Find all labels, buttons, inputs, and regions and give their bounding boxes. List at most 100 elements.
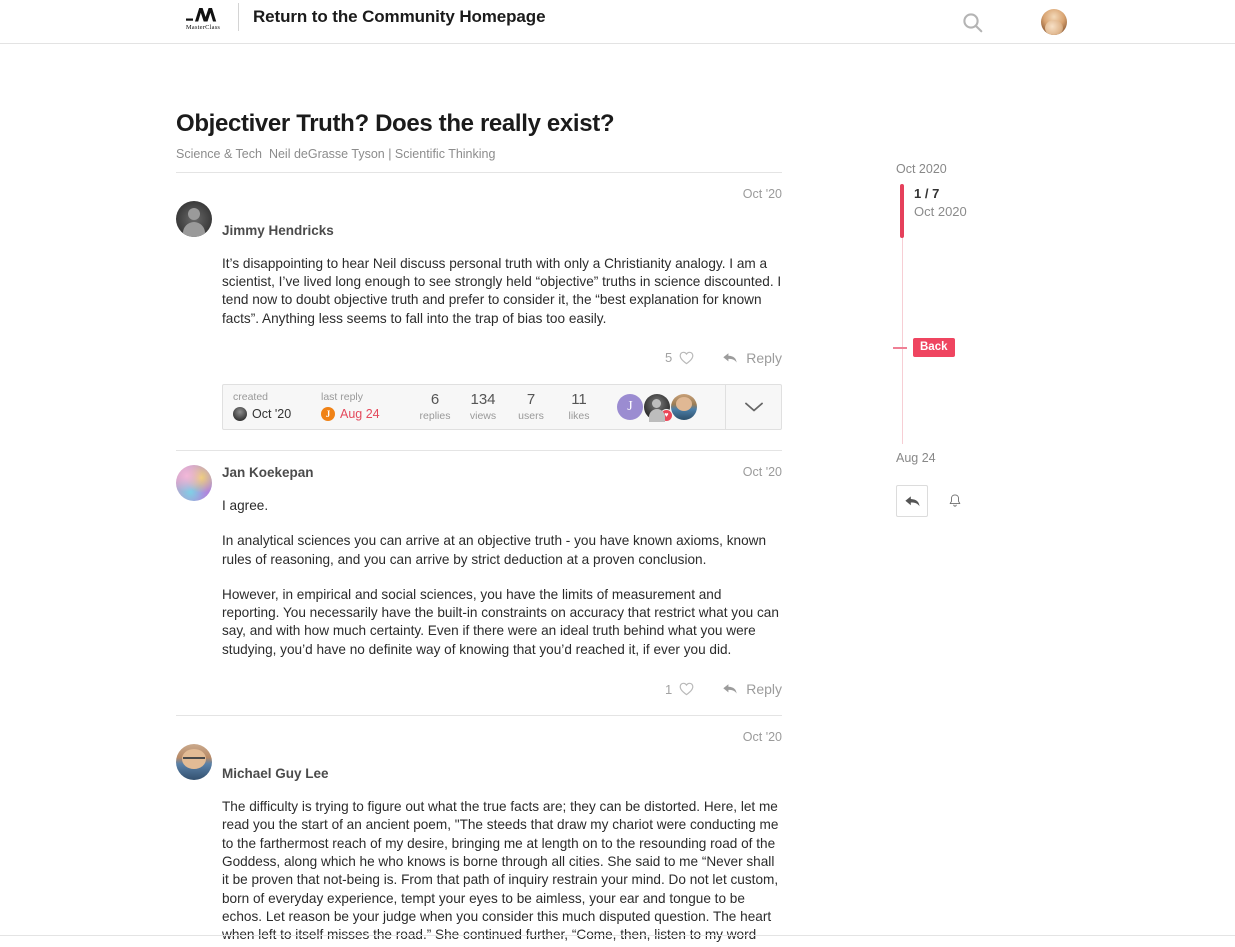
like-count: 1: [664, 681, 673, 697]
post-date[interactable]: Oct '20: [743, 465, 782, 479]
likes-label: likes: [568, 409, 590, 422]
header-divider: [238, 3, 239, 31]
users-label: users: [518, 409, 544, 422]
post-author-name[interactable]: Jan Koekepan: [222, 465, 314, 480]
timeline-actions: [896, 485, 1046, 517]
back-button[interactable]: Back: [913, 338, 955, 357]
topic-stats-main: created Oct '20 last reply J Aug 24 6 re…: [223, 385, 725, 429]
page-body: Objectiver Truth? Does the really exist?…: [0, 44, 1235, 947]
timeline-position-count: 1 / 7: [914, 186, 940, 201]
post-paragraph: I agree.: [222, 497, 269, 513]
post-paragraph: It’s disappointing to hear Neil discuss …: [222, 255, 782, 326]
avatar[interactable]: [176, 464, 212, 501]
topic-timeline: Oct 2020 1 / 7 Oct 2020 Back Aug 24: [893, 162, 1046, 517]
reply-button[interactable]: Reply: [722, 350, 782, 366]
heart-icon: [679, 351, 694, 365]
post-body: I agree. In analytical sciences you can …: [222, 487, 782, 659]
reply-arrow-icon: [904, 495, 919, 506]
last-reply-author-avatar: J: [321, 407, 335, 422]
reply-label: Reply: [746, 349, 782, 366]
timeline-tick: [893, 346, 907, 349]
heart-icon: [679, 682, 694, 696]
masterclass-wordmark: MasterClass: [185, 23, 221, 31]
header-title-link[interactable]: Return to the Community Homepage: [253, 7, 546, 27]
created-date-text: Oct '20: [252, 407, 292, 422]
post-author-name[interactable]: Jimmy Hendricks: [222, 223, 334, 238]
timeline-current-position: 1 / 7 Oct 2020: [914, 185, 967, 221]
timeline-track[interactable]: 1 / 7 Oct 2020 Back: [893, 184, 1046, 444]
likes-stat: 11 likes: [555, 391, 603, 423]
post-body: The difficulty is trying to figure out w…: [222, 788, 782, 947]
post-date[interactable]: Oct '20: [743, 730, 782, 744]
post-header: Jimmy Hendricks Oct '20: [176, 187, 782, 245]
reply-button[interactable]: Reply: [722, 681, 782, 697]
post-item: Jimmy Hendricks Oct '20 It’s disappointi…: [176, 173, 782, 450]
like-button[interactable]: 5: [665, 350, 694, 365]
created-date: created Oct '20: [233, 391, 307, 422]
reply-label: Reply: [746, 681, 782, 698]
post-item: Jan Koekepan Oct '20 I agree. In analyti…: [176, 449, 782, 715]
chevron-down-icon: [744, 402, 763, 412]
hamburger-menu-icon[interactable]: [1001, 14, 1023, 30]
post-header: Michael Guy Lee Oct '20: [176, 730, 782, 788]
created-value: Oct '20: [233, 406, 307, 422]
timeline-start-date: Oct 2020: [896, 162, 947, 176]
timeline-position-date: Oct 2020: [914, 204, 967, 219]
post-actions: 1 Reply: [176, 659, 782, 715]
views-label: views: [469, 409, 497, 422]
header-brand[interactable]: MasterClass Return to the Community Home…: [176, 3, 546, 31]
expand-topic-map-button[interactable]: [725, 384, 781, 429]
post-paragraph: The difficulty is trying to figure out w…: [222, 799, 779, 947]
masterclass-logo[interactable]: MasterClass: [176, 4, 230, 31]
timeline-back-row: Back: [893, 338, 955, 357]
bell-icon[interactable]: [942, 485, 968, 517]
masterclass-m-icon: [186, 7, 217, 21]
header-actions: [962, 0, 1067, 44]
topic-dates: created Oct '20 last reply J Aug 24: [233, 391, 395, 422]
views-stat: 134 views: [459, 391, 507, 423]
page-title: Objectiver Truth? Does the really exist?: [176, 110, 615, 137]
page-footer-divider: [0, 935, 1235, 936]
topic-column: Objectiver Truth? Does the really exist?…: [176, 110, 782, 947]
last-reply-date-text: Aug 24: [340, 407, 380, 422]
replies-count: 6: [430, 390, 440, 408]
users-stat: 7 users: [507, 391, 555, 423]
participant-avatar[interactable]: ♥: [644, 393, 673, 422]
timeline-end-date: Aug 24: [896, 451, 936, 465]
breadcrumb: Science & Tech Neil deGrasse Tyson | Sci…: [176, 147, 782, 173]
post-header: Jan Koekepan Oct '20: [176, 465, 782, 487]
last-reply-date[interactable]: last reply J Aug 24: [321, 391, 395, 422]
post-paragraph: However, in empirical and social science…: [222, 586, 779, 657]
post-body: It’s disappointing to hear Neil discuss …: [222, 245, 782, 328]
site-header: MasterClass Return to the Community Home…: [0, 0, 1235, 44]
category-link[interactable]: Science & Tech: [176, 147, 262, 161]
participant-avatar[interactable]: J: [617, 393, 643, 420]
last-reply-value: J Aug 24: [321, 406, 395, 422]
avatar[interactable]: [176, 744, 212, 781]
post-paragraph: In analytical sciences you can arrive at…: [222, 533, 767, 567]
reply-arrow-icon: [723, 353, 737, 363]
topic-stats-bar: created Oct '20 last reply J Aug 24 6 re…: [222, 383, 782, 430]
likes-count: 11: [571, 390, 587, 408]
reply-to-topic-button[interactable]: [896, 485, 928, 517]
created-label: created: [233, 391, 269, 404]
tag-link[interactable]: Neil deGrasse Tyson | Scientific Thinkin…: [269, 147, 496, 161]
search-icon[interactable]: [962, 12, 983, 33]
replies-stat: 6 replies: [411, 391, 459, 423]
views-count: 134: [470, 390, 496, 408]
like-count: 5: [664, 350, 673, 366]
participant-avatars: J ♥: [617, 393, 697, 422]
post-item: Michael Guy Lee Oct '20 The difficulty i…: [176, 715, 782, 947]
created-author-avatar: [233, 407, 247, 422]
reply-arrow-icon: [723, 684, 737, 694]
participant-avatar[interactable]: [671, 393, 697, 420]
replies-label: replies: [419, 409, 451, 422]
post-date[interactable]: Oct '20: [743, 187, 782, 201]
avatar[interactable]: [1041, 9, 1067, 35]
last-reply-label: last reply: [321, 391, 364, 404]
post-author-name[interactable]: Michael Guy Lee: [222, 766, 329, 781]
topic-counters: 6 replies 134 views 7 users 11 likes: [411, 391, 603, 423]
like-button[interactable]: 1: [665, 682, 694, 697]
avatar[interactable]: [176, 200, 212, 237]
timeline-progress-handle[interactable]: [900, 184, 904, 238]
